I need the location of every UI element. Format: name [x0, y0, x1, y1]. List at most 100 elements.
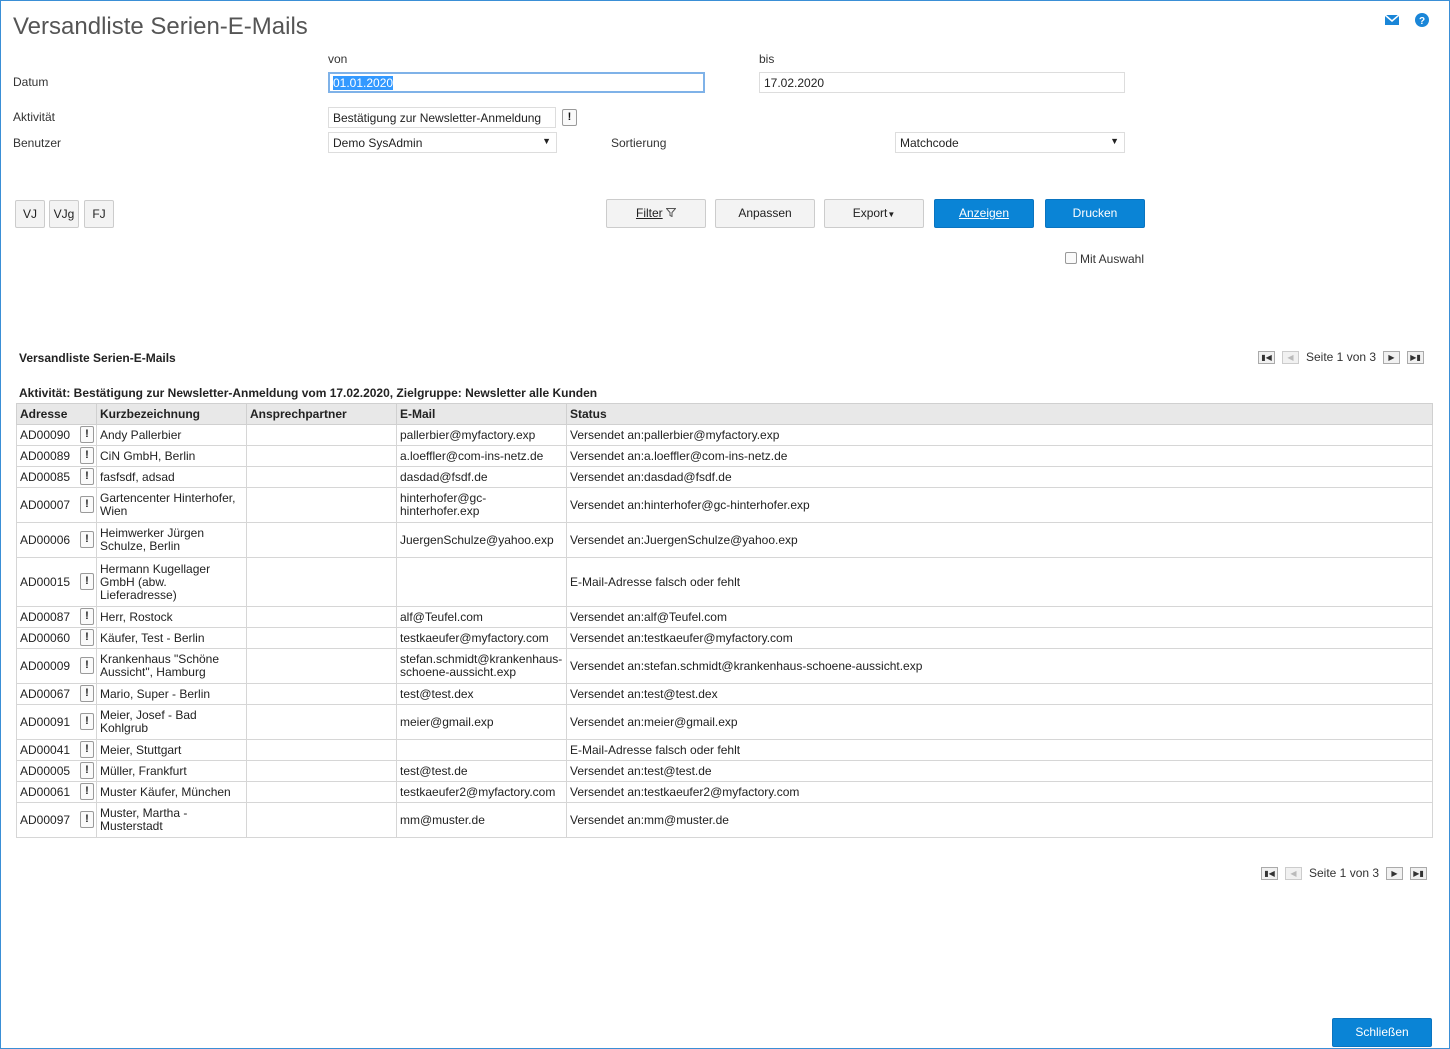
cell-adresse[interactable]: AD00085!: [16, 466, 97, 488]
anpassen-button[interactable]: Anpassen: [715, 199, 815, 228]
prev-page-icon[interactable]: ◀: [1285, 867, 1302, 880]
anzeigen-button[interactable]: Anzeigen: [934, 199, 1034, 228]
row-detail-button[interactable]: !: [80, 608, 94, 625]
cell-status: Versendet an:dasdad@fsdf.de: [566, 466, 1433, 488]
cell-ansprechpartner: [246, 760, 397, 782]
pager-bottom: ▮◀ ◀ Seite 1 von 3 ▶ ▶▮: [1261, 866, 1431, 881]
first-page-icon[interactable]: ▮◀: [1261, 867, 1278, 880]
pager-top: ▮◀ ◀ Seite 1 von 3 ▶ ▶▮: [1258, 350, 1428, 365]
cell-kurzbezeichnung: Andy Pallerbier: [96, 424, 247, 446]
benutzer-select[interactable]: Demo SysAdmin ▼: [328, 132, 557, 153]
column-header-ansprechpartner[interactable]: Ansprechpartner: [246, 403, 397, 425]
cell-adresse[interactable]: AD00067!: [16, 683, 97, 705]
datum-von-value: 01.01.2020: [333, 76, 394, 90]
column-header-email[interactable]: E-Mail: [396, 403, 567, 425]
cell-email: testkaeufer@myfactory.com: [396, 627, 567, 649]
table-row[interactable]: AD00067! Mario, Super - Berlin test@test.d…: [16, 683, 1433, 705]
row-detail-button[interactable]: !: [80, 447, 94, 464]
next-page-icon[interactable]: ▶: [1386, 867, 1403, 880]
table-row[interactable]: AD00097! Muster, Martha - Musterstadt mm@m…: [16, 802, 1433, 838]
table-row[interactable]: AD00087! Herr, Rostock alf@Teufel.com Verse…: [16, 606, 1433, 628]
next-page-icon[interactable]: ▶: [1383, 351, 1400, 364]
cell-ansprechpartner: [246, 704, 397, 740]
table-row[interactable]: AD00061! Muster Käufer, München testkaeufe…: [16, 781, 1433, 803]
table-row[interactable]: AD00090! Andy Pallerbier pallerbier@myfact…: [16, 424, 1433, 446]
results-table: Adresse Kurzbezeichnung Ansprechpartner …: [16, 403, 1433, 838]
row-detail-button[interactable]: !: [80, 468, 94, 485]
table-row[interactable]: AD00060! Käufer, Test - Berlin testkaeufer…: [16, 627, 1433, 649]
row-detail-button[interactable]: !: [80, 762, 94, 779]
cell-email: mm@muster.de: [396, 802, 567, 838]
cell-adresse[interactable]: AD00087!: [16, 606, 97, 628]
row-detail-button[interactable]: !: [80, 713, 94, 730]
table-row[interactable]: AD00089! CiN GmbH, Berlin a.loeffler@com-i…: [16, 445, 1433, 467]
export-button[interactable]: Export▼: [824, 199, 924, 228]
row-detail-button[interactable]: !: [80, 811, 94, 828]
table-row[interactable]: AD00041! Meier, Stuttgart E-Mail-Adresse f…: [16, 739, 1433, 761]
adresse-value: AD00007: [20, 497, 71, 512]
cell-adresse[interactable]: AD00061!: [16, 781, 97, 803]
fj-button[interactable]: FJ: [84, 200, 114, 228]
row-detail-button[interactable]: !: [80, 741, 94, 758]
row-detail-button[interactable]: !: [80, 426, 94, 443]
table-row[interactable]: AD00009! Krankenhaus "Schöne Aussicht", H…: [16, 648, 1433, 684]
close-button[interactable]: Schließen: [1332, 1018, 1432, 1047]
drucken-label: Drucken: [1072, 206, 1118, 220]
cell-adresse[interactable]: AD00060!: [16, 627, 97, 649]
cell-adresse[interactable]: AD00015!: [16, 557, 97, 607]
row-detail-button[interactable]: !: [80, 685, 94, 702]
table-row[interactable]: AD00006! Heimwerker Jürgen Schulze, Berli…: [16, 522, 1433, 558]
mail-icon[interactable]: [1384, 12, 1400, 28]
table-row[interactable]: AD00085! fasfsdf, adsad dasdad@fsdf.de Vers…: [16, 466, 1433, 488]
cell-kurzbezeichnung: Käufer, Test - Berlin: [96, 627, 247, 649]
cell-ansprechpartner: [246, 781, 397, 803]
cell-adresse[interactable]: AD00091!: [16, 704, 97, 740]
datum-von-input[interactable]: 01.01.2020: [328, 72, 705, 93]
adresse-value: AD00061: [20, 784, 71, 799]
last-page-icon[interactable]: ▶▮: [1410, 867, 1427, 880]
last-page-icon[interactable]: ▶▮: [1407, 351, 1424, 364]
cell-adresse[interactable]: AD00090!: [16, 424, 97, 446]
adresse-value: AD00097: [20, 812, 71, 827]
cell-email: [396, 739, 567, 761]
row-detail-button[interactable]: !: [80, 496, 94, 513]
aktivitaet-input[interactable]: Bestätigung zur Newsletter-Anmeldung: [328, 107, 556, 128]
row-detail-button[interactable]: !: [80, 629, 94, 646]
table-row[interactable]: AD00015! Hermann Kugellager GmbH (abw. Li…: [16, 557, 1433, 607]
adresse-value: AD00067: [20, 686, 71, 701]
row-detail-button[interactable]: !: [80, 783, 94, 800]
vj-button[interactable]: VJ: [15, 200, 45, 228]
cell-adresse[interactable]: AD00041!: [16, 739, 97, 761]
mit-auswahl-checkbox[interactable]: [1065, 252, 1077, 264]
row-detail-button[interactable]: !: [80, 573, 94, 590]
column-header-kurzbezeichnung[interactable]: Kurzbezeichnung: [96, 403, 247, 425]
cell-kurzbezeichnung: CiN GmbH, Berlin: [96, 445, 247, 467]
cell-ansprechpartner: [246, 522, 397, 558]
row-detail-button[interactable]: !: [80, 657, 94, 674]
aktivitaet-lookup-button[interactable]: !: [562, 109, 577, 126]
cell-adresse[interactable]: AD00005!: [16, 760, 97, 782]
benutzer-value: Demo SysAdmin: [333, 136, 423, 150]
cell-ansprechpartner: [246, 557, 397, 607]
cell-adresse[interactable]: AD00009!: [16, 648, 97, 684]
cell-adresse[interactable]: AD00006!: [16, 522, 97, 558]
cell-status: Versendet an:testkaeufer@myfactory.com: [566, 627, 1433, 649]
prev-page-icon[interactable]: ◀: [1282, 351, 1299, 364]
row-detail-button[interactable]: !: [80, 531, 94, 548]
table-row[interactable]: AD00007! Gartencenter Hinterhofer, Wien hi…: [16, 487, 1433, 523]
cell-adresse[interactable]: AD00089!: [16, 445, 97, 467]
drucken-button[interactable]: Drucken: [1045, 199, 1145, 228]
table-row[interactable]: AD00005! Müller, Frankfurt test@test.de Ver…: [16, 760, 1433, 782]
filter-button[interactable]: Filter: [606, 199, 706, 228]
cell-adresse[interactable]: AD00097!: [16, 802, 97, 838]
mit-auswahl-option[interactable]: Mit Auswahl: [1065, 252, 1144, 266]
table-row[interactable]: AD00091! Meier, Josef - Bad Kohlgrub meier…: [16, 704, 1433, 740]
vjg-button[interactable]: VJg: [49, 200, 79, 228]
column-header-status[interactable]: Status: [566, 403, 1433, 425]
cell-adresse[interactable]: AD00007!: [16, 487, 97, 523]
sortierung-select[interactable]: Matchcode ▼: [895, 132, 1125, 153]
first-page-icon[interactable]: ▮◀: [1258, 351, 1275, 364]
help-icon[interactable]: ?: [1414, 12, 1430, 28]
datum-bis-input[interactable]: 17.02.2020: [759, 72, 1125, 93]
column-header-adresse[interactable]: Adresse: [16, 403, 97, 425]
